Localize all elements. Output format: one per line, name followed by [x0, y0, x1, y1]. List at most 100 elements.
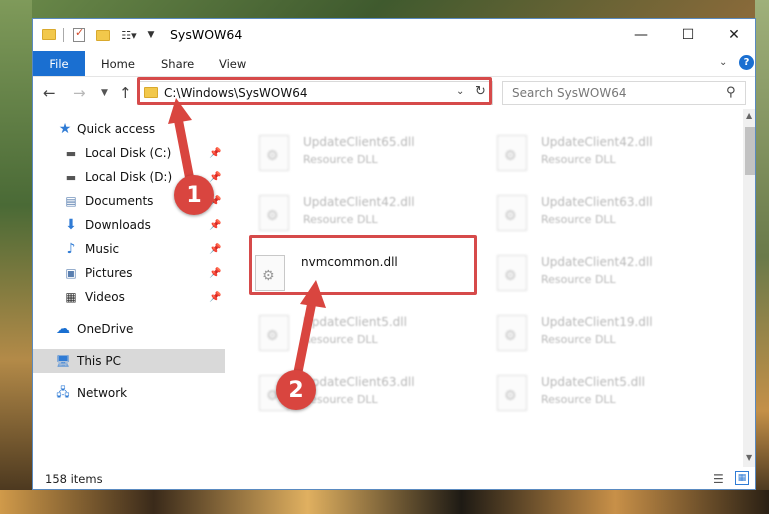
step-1-callout: 1 [174, 175, 214, 215]
file-name: UpdateClient42.dll [541, 255, 653, 269]
file-item[interactable]: ⚙ UpdateClient5.dll Resource DLL [467, 369, 687, 425]
scroll-up-arrow-icon[interactable]: ▲ [746, 111, 752, 120]
nav-item-downloads[interactable]: ⬇ Downloads 📌 [33, 213, 225, 237]
details-view-icon[interactable]: ☰ [713, 472, 724, 486]
customize-toolbar-chevron-icon[interactable]: ▼ [145, 27, 157, 43]
up-arrow-icon[interactable]: ↑ [119, 84, 132, 102]
file-item[interactable]: ⚙ UpdateClient63.dll Resource DLL [229, 369, 449, 425]
dll-file-icon: ⚙ [497, 315, 527, 351]
search-input[interactable]: Search SysWOW64 ⚲ [502, 81, 746, 105]
search-icon[interactable]: ⚲ [726, 85, 736, 100]
file-type: Resource DLL [541, 213, 616, 226]
nav-item-local-disk-c[interactable]: ▬ Local Disk (C:) 📌 [33, 141, 225, 165]
file-type: Resource DLL [541, 333, 616, 346]
drive-icon: ▬ [65, 146, 77, 160]
step-2-callout: 2 [276, 370, 316, 410]
nav-item-onedrive[interactable]: ☁ OneDrive [33, 317, 225, 341]
dll-file-icon: ⚙ [497, 375, 527, 411]
pin-icon[interactable]: 📌 [209, 148, 221, 159]
nav-item-label: Documents [85, 194, 154, 208]
file-item[interactable]: ⚙ UpdateClient42.dll Resource DLL [467, 249, 687, 305]
file-highlight-box [249, 235, 477, 295]
nav-item-label: Pictures [85, 266, 133, 280]
music-icon: ♪ [66, 241, 76, 257]
window-title: SysWOW64 [170, 27, 243, 42]
file-name: UpdateClient63.dll [541, 195, 653, 209]
pin-icon[interactable]: 📌 [209, 244, 221, 255]
computer-icon: 🖥 [55, 354, 71, 368]
dll-file-icon: ⚙ [259, 195, 289, 231]
pin-icon[interactable]: 📌 [209, 220, 221, 231]
vertical-scrollbar[interactable]: ▲ ▼ [743, 109, 755, 467]
tab-view[interactable]: View [219, 51, 246, 76]
file-type: Resource DLL [541, 153, 616, 166]
forward-arrow-icon[interactable]: → [73, 84, 86, 102]
pin-icon[interactable]: 📌 [209, 292, 221, 303]
nav-item-label: Videos [85, 290, 125, 304]
close-button[interactable]: ✕ [711, 19, 755, 51]
minimize-button[interactable]: — [618, 19, 664, 51]
large-icons-view-icon[interactable]: ▦ [735, 471, 749, 485]
desktop-background-left [0, 0, 32, 514]
tab-share[interactable]: Share [161, 51, 194, 76]
tab-home[interactable]: Home [101, 51, 135, 76]
file-name: UpdateClient42.dll [303, 195, 415, 209]
folder-icon[interactable] [41, 27, 57, 41]
file-name: UpdateClient65.dll [303, 135, 415, 149]
nav-item-label: Quick access [77, 122, 156, 136]
scroll-down-arrow-icon[interactable]: ▼ [746, 453, 752, 462]
videos-icon: ▦ [65, 290, 77, 304]
new-folder-icon[interactable] [95, 27, 111, 43]
file-item[interactable]: ⚙ UpdateClient65.dll Resource DLL [229, 129, 449, 185]
nav-item-label: OneDrive [77, 322, 134, 336]
nav-item-this-pc[interactable]: 🖥 This PC [33, 349, 225, 373]
nav-item-videos[interactable]: ▦ Videos 📌 [33, 285, 225, 309]
tab-file[interactable]: File [33, 51, 85, 76]
address-highlight-box [137, 77, 492, 105]
dll-file-icon: ⚙ [259, 135, 289, 171]
recent-locations-chevron-icon[interactable]: ▼ [101, 88, 108, 98]
expand-ribbon-chevron-icon[interactable]: ⌄ [719, 57, 727, 68]
nav-item-label: Local Disk (C:) [85, 146, 172, 160]
file-name: UpdateClient63.dll [303, 375, 415, 389]
properties-icon[interactable] [71, 26, 87, 43]
documents-icon: ▤ [65, 194, 77, 208]
cloud-icon: ☁ [56, 321, 70, 337]
file-name: UpdateClient5.dll [541, 375, 645, 389]
file-type: Resource DLL [541, 393, 616, 406]
pin-icon[interactable]: 📌 [209, 268, 221, 279]
item-count: 158 items [45, 472, 103, 486]
star-icon: ★ [58, 121, 72, 137]
file-item[interactable]: ⚙ UpdateClient63.dll Resource DLL [467, 189, 687, 245]
pin-icon[interactable]: 📌 [209, 172, 221, 183]
status-bar: 158 items ☰ ▦ [33, 467, 755, 489]
back-arrow-icon[interactable]: ← [43, 84, 56, 102]
file-item[interactable]: ⚙ UpdateClient5.dll Resource DLL [229, 309, 449, 365]
file-item[interactable]: ⚙ UpdateClient19.dll Resource DLL [467, 309, 687, 365]
file-name: UpdateClient5.dll [303, 315, 407, 329]
scrollbar-thumb[interactable] [745, 127, 755, 175]
navigation-pane: ★ Quick access ▬ Local Disk (C:) 📌 ▬ Loc… [33, 109, 225, 467]
file-type: Resource DLL [303, 333, 378, 346]
file-name: UpdateClient42.dll [541, 135, 653, 149]
nav-item-quick-access[interactable]: ★ Quick access [33, 117, 225, 141]
nav-item-network[interactable]: 🖧 Network [33, 381, 225, 405]
desktop-background-bottom [0, 490, 769, 514]
view-options-icon[interactable]: ☷▾ [117, 27, 141, 43]
help-icon[interactable]: ? [739, 55, 754, 70]
maximize-button[interactable]: ☐ [665, 19, 711, 51]
network-icon: 🖧 [56, 384, 70, 399]
file-type: Resource DLL [303, 153, 378, 166]
dll-file-icon: ⚙ [259, 315, 289, 351]
nav-item-music[interactable]: ♪ Music 📌 [33, 237, 225, 261]
nav-item-label: This PC [77, 354, 121, 368]
desktop-background-right [755, 0, 769, 514]
pictures-icon: ▣ [65, 266, 77, 280]
ribbon-tabs: File Home Share View ⌄ ? [33, 51, 755, 77]
nav-item-label: Downloads [85, 218, 151, 232]
drive-icon: ▬ [65, 170, 77, 184]
file-item[interactable]: ⚙ UpdateClient42.dll Resource DLL [467, 129, 687, 185]
file-type: Resource DLL [303, 213, 378, 226]
nav-item-pictures[interactable]: ▣ Pictures 📌 [33, 261, 225, 285]
dll-file-icon: ⚙ [497, 135, 527, 171]
